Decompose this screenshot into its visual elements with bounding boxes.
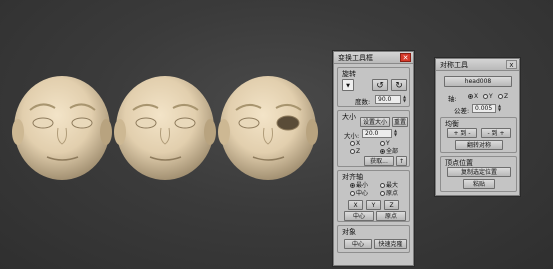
radio-dot: [380, 141, 385, 146]
align-center-radio[interactable]: 中心: [350, 190, 368, 197]
align-x-button[interactable]: X: [348, 200, 363, 210]
balance-group: 均衡 + 到 - - 到 + 翻转对称: [440, 117, 517, 153]
align-origin-button[interactable]: 原点: [376, 211, 406, 221]
radio-label: 中心: [356, 190, 369, 197]
degree-spinner[interactable]: ▲ ▼: [402, 95, 407, 104]
degree-label: 度数:: [355, 98, 371, 106]
head-model-2[interactable]: [114, 76, 216, 180]
axis-label: 轴:: [448, 95, 457, 103]
align-center-button[interactable]: 中心: [344, 211, 374, 221]
size-label: 大小:: [344, 132, 360, 140]
size-axis-z-radio[interactable]: Z: [350, 148, 360, 155]
symmetry-panel-title: 对称工具: [440, 61, 468, 69]
align-group-label: 对齐轴: [342, 173, 363, 181]
pick-object-button[interactable]: head008: [444, 76, 512, 87]
axis-z-radio[interactable]: Z: [498, 93, 508, 100]
reset-size-button[interactable]: 重置: [392, 117, 408, 127]
radio-dot: [350, 141, 355, 146]
radio-label: 全部: [386, 148, 399, 155]
object-group-label: 对象: [342, 228, 356, 236]
get-size-button[interactable]: 获取...: [364, 156, 394, 166]
plus-to-minus-button[interactable]: + 到 -: [447, 128, 477, 138]
align-max-radio[interactable]: 最大: [380, 182, 398, 189]
symmetry-panel-titlebar[interactable]: 对称工具 x: [436, 59, 519, 71]
align-z-button[interactable]: Z: [384, 200, 399, 210]
size-up-button[interactable]: ↑: [396, 156, 407, 166]
radio-label: Z: [356, 148, 361, 155]
radio-dot: [483, 94, 488, 99]
axis-x-radio[interactable]: X: [468, 93, 478, 100]
radio-label: Y: [386, 140, 390, 147]
quick-clone-button[interactable]: 快速克隆: [374, 239, 407, 249]
radio-label: Y: [489, 93, 493, 100]
radio-dot: [350, 191, 355, 196]
rotate-group: 旋转 ▼ ↺ ↻ 度数: 90.0 ▲ ▼: [337, 67, 410, 107]
transform-panel-titlebar[interactable]: 变换工具框 ✕: [334, 52, 413, 64]
radio-label: Z: [504, 93, 509, 100]
transform-panel-title: 变换工具框: [338, 54, 373, 62]
radio-dot: [468, 94, 473, 99]
degree-input[interactable]: 90.0: [375, 95, 401, 104]
paste-button[interactable]: 粘贴: [463, 179, 495, 189]
size-input[interactable]: 20.0: [362, 129, 392, 138]
align-origin-radio[interactable]: 原点: [380, 190, 398, 197]
transform-tools-panel: 变换工具框 ✕ 旋转 ▼ ↺ ↻ 度数: 90.0 ▲ ▼ 大小 设置大小 重置 …: [333, 51, 414, 266]
rotate-ccw-button[interactable]: ↺: [372, 79, 388, 91]
radio-label: X: [474, 93, 479, 100]
flip-symmetry-button[interactable]: 翻转对称: [455, 140, 503, 150]
size-group: 大小 设置大小 重置 大小: 20.0 ▲ ▼ X Y Z 全部 获取... ↑: [337, 110, 410, 167]
radio-label: 最小: [356, 182, 369, 189]
radio-label: 最大: [386, 182, 399, 189]
axis-y-radio[interactable]: Y: [483, 93, 493, 100]
radio-dot: [350, 149, 355, 154]
tolerance-input[interactable]: 0.005: [472, 104, 496, 113]
copy-selected-position-button[interactable]: 复制选定位置: [447, 167, 511, 177]
align-min-radio[interactable]: 最小: [350, 182, 368, 189]
rotate-axis-dropdown[interactable]: ▼: [342, 79, 354, 91]
object-center-button[interactable]: 中心: [344, 239, 372, 249]
align-axis-group: 对齐轴 最小 最大 中心 原点 X Y Z 中心 原点: [337, 170, 410, 222]
symmetry-tools-panel: 对称工具 x head008 轴: X Y Z 公差: 0.005 ▲ ▼ 均衡 …: [435, 58, 520, 196]
close-icon[interactable]: ✕: [400, 53, 411, 62]
radio-dot: [380, 191, 385, 196]
vertex-position-group: 顶点位置 复制选定位置 粘贴: [440, 156, 517, 192]
tolerance-spinner[interactable]: ▲ ▼: [497, 104, 502, 113]
size-axis-all-radio[interactable]: 全部: [380, 148, 398, 155]
rotate-group-label: 旋转: [342, 70, 356, 78]
radio-dot: [350, 183, 355, 188]
size-spinner[interactable]: ▲ ▼: [393, 129, 398, 138]
tolerance-label: 公差:: [454, 107, 470, 115]
rotate-cw-button[interactable]: ↻: [391, 79, 407, 91]
minus-to-plus-button[interactable]: - 到 +: [481, 128, 511, 138]
align-y-button[interactable]: Y: [366, 200, 381, 210]
radio-dot: [498, 94, 503, 99]
object-group: 对象 中心 快速克隆: [337, 225, 410, 253]
head-model-1[interactable]: [12, 76, 112, 180]
radio-label: 原点: [386, 190, 399, 197]
size-axis-y-radio[interactable]: Y: [380, 140, 390, 147]
radio-dot: [380, 149, 385, 154]
size-group-label: 大小: [342, 113, 356, 121]
close-icon[interactable]: x: [506, 60, 517, 69]
head-models: [12, 76, 318, 180]
radio-dot: [380, 183, 385, 188]
size-axis-x-radio[interactable]: X: [350, 140, 360, 147]
radio-label: X: [356, 140, 361, 147]
head-model-3[interactable]: [218, 76, 318, 180]
set-size-button[interactable]: 设置大小: [360, 117, 390, 127]
